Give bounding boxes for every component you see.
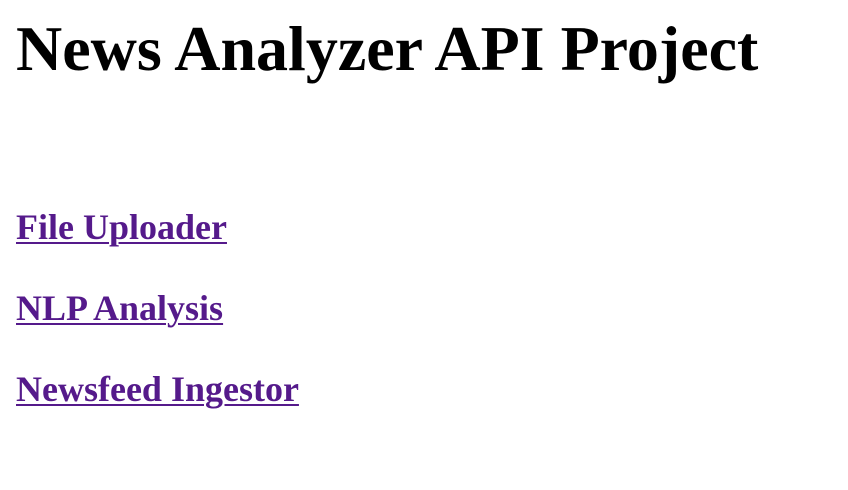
file-uploader-link[interactable]: File Uploader (16, 209, 227, 245)
link-list: File Uploader NLP Analysis Newsfeed Inge… (16, 209, 848, 407)
nlp-analysis-link[interactable]: NLP Analysis (16, 290, 223, 326)
page-title: News Analyzer API Project (16, 13, 759, 84)
newsfeed-ingestor-link[interactable]: Newsfeed Ingestor (16, 371, 299, 407)
page: News Analyzer API Project File Uploader … (0, 0, 848, 490)
